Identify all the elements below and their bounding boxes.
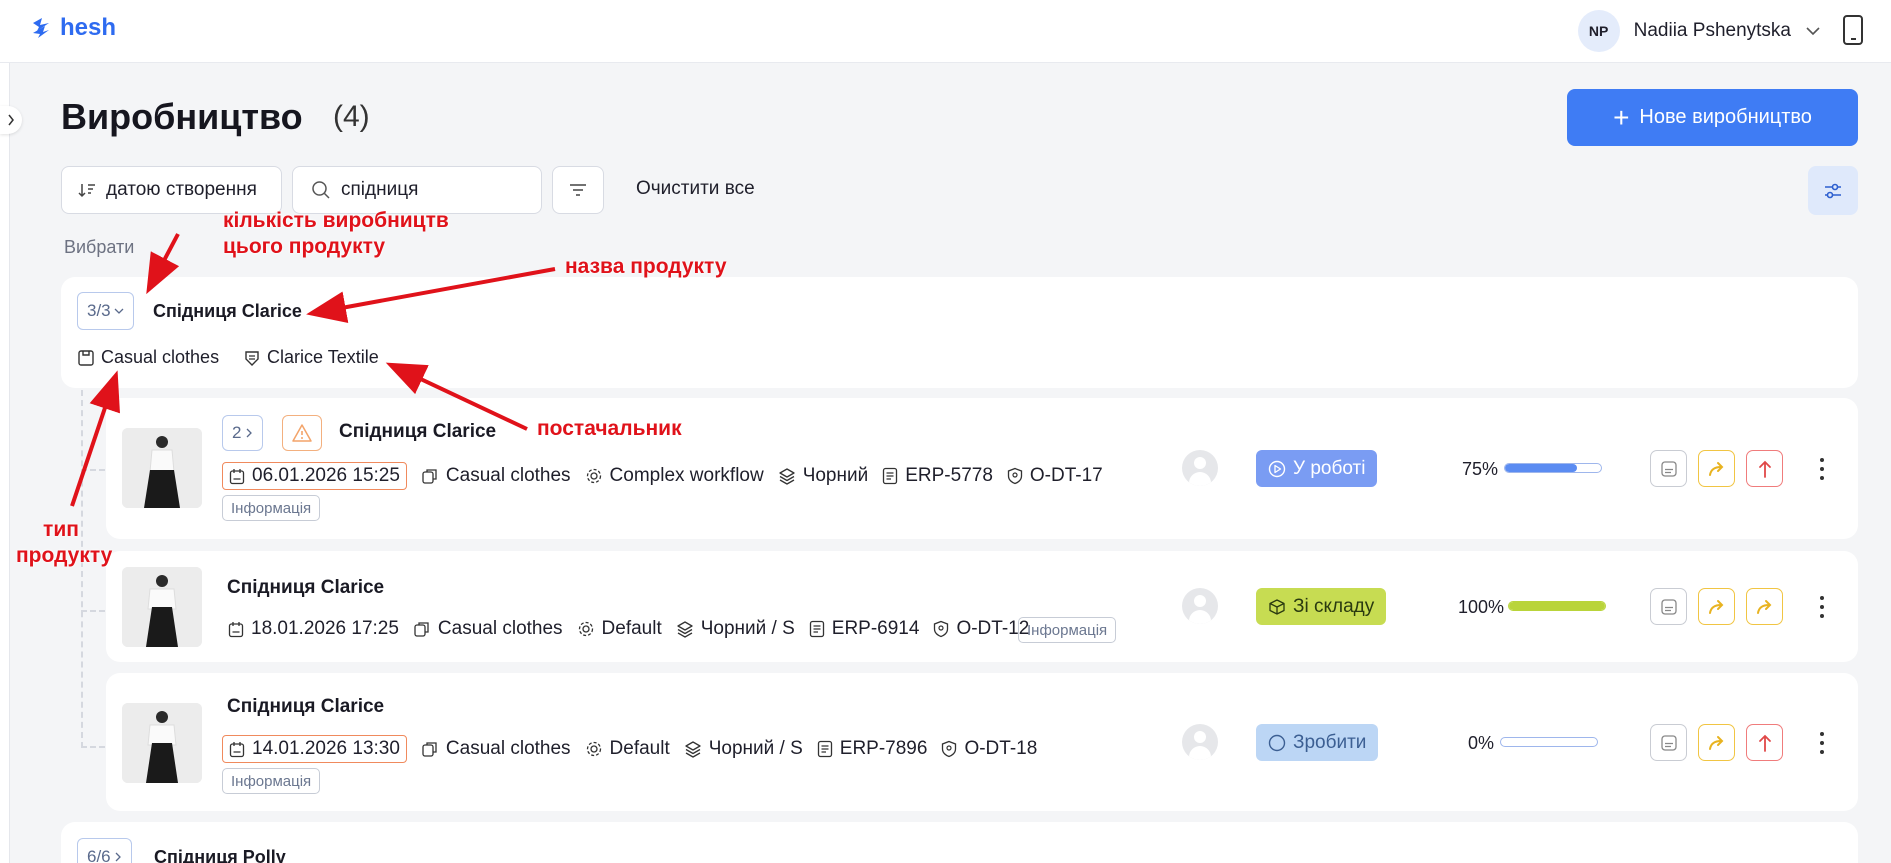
annotation-count: кількість виробництв цього продукту	[223, 209, 449, 258]
annotation-type: тип продукту	[16, 518, 113, 567]
annotation-name: назва продукту	[565, 255, 727, 278]
arrow-supplier	[385, 362, 528, 431]
annotation-arrows	[70, 233, 556, 507]
arrow-type	[70, 370, 120, 507]
annotation-supplier: постачальник	[537, 417, 682, 440]
arrow-name	[306, 267, 556, 323]
arrow-count	[146, 233, 180, 295]
